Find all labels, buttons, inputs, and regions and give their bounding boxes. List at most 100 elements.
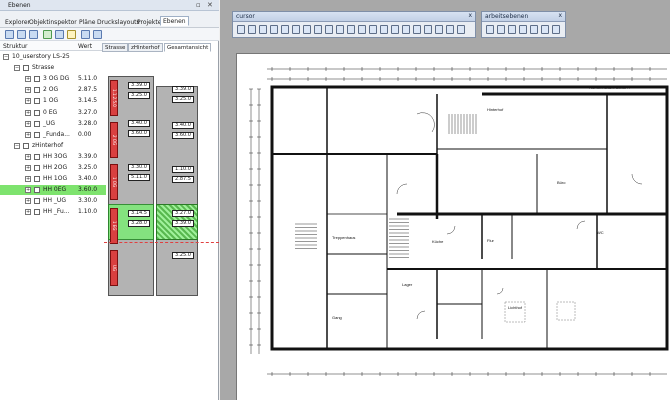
column-wert[interactable]: Wert [78,43,92,50]
tree-row[interactable]: − Strasse [0,63,106,73]
snap-icon[interactable] [292,25,300,34]
zoom-icon[interactable] [413,25,421,34]
tree-row[interactable]: +1 OG 3.14.5 [0,96,106,106]
visibility-checkbox[interactable] [34,165,40,171]
plane-7-icon[interactable] [552,25,560,34]
copy-layer-icon[interactable] [17,30,26,39]
expand-icon[interactable]: + [25,176,31,183]
dimension-lines [250,68,667,375]
collapse-icon[interactable]: − [14,142,20,149]
plane-6-icon[interactable] [541,25,549,34]
collapse-icon[interactable]: − [3,54,9,60]
pen-icon[interactable] [303,25,311,34]
tab-objektinspektor[interactable]: Objektinspektor [26,17,80,27]
expand-icon[interactable]: + [25,165,31,171]
node-icon[interactable] [347,25,355,34]
visibility-checkbox[interactable] [34,131,40,138]
plane-1-icon[interactable] [486,25,494,34]
visibility-checkbox[interactable] [34,76,40,83]
zoom-in-icon[interactable] [81,30,90,39]
show-layer-icon[interactable] [43,30,52,39]
dock-icon[interactable]: ▫ [196,1,201,9]
tab-ebenen[interactable]: Ebenen [160,16,189,26]
room-label: Küche [432,239,444,244]
tree-row[interactable]: + _Funda... 0.00 [0,130,106,140]
expand-icon[interactable]: + [25,153,31,160]
tree-row[interactable]: + HH 0EG 3.60.0 [0,185,106,196]
visibility-checkbox[interactable] [34,98,40,105]
visibility-checkbox[interactable] [23,65,29,72]
tree-value: 5.11.0 [78,75,98,83]
help-icon[interactable] [446,25,454,34]
tree-row[interactable]: + HH 1OG 3.40.0 [0,174,106,184]
expand-icon[interactable]: + [25,131,31,138]
tree-row[interactable]: + HH 2OG 3.25.0 [0,163,106,173]
collapse-icon[interactable]: − [14,65,20,72]
settings-icon[interactable] [457,25,465,34]
hide-layer-icon[interactable] [55,30,64,39]
color-icon[interactable] [270,25,278,34]
folder-icon[interactable] [67,30,76,39]
visibility-checkbox[interactable] [34,87,40,94]
grid-icon[interactable] [336,25,344,34]
visibility-checkbox[interactable] [34,120,40,127]
expand-icon[interactable]: + [25,198,31,205]
hatch-icon[interactable] [402,25,410,34]
tree-value: 0.00 [78,130,92,138]
close-icon[interactable]: x [468,12,472,19]
fit-icon[interactable] [435,25,443,34]
tree-row[interactable]: + HH 3OG 3.39.0 [0,152,106,162]
tree-row[interactable]: +2 OG 2.87.5 [0,85,106,95]
expand-icon[interactable]: + [25,87,31,94]
tree-row[interactable]: + HH _Fu... 1.10.0 [0,207,106,217]
expand-icon[interactable]: + [25,209,31,216]
plan-sheet[interactable]: Hinterhof Küche Lager Büro Flur Treppenh… [236,53,670,400]
arc-icon[interactable] [369,25,377,34]
tree-row[interactable]: +0 EG 3.27.0 [0,108,106,118]
visibility-checkbox[interactable] [34,153,40,160]
arbeitsebenen-toolbar-title: arbeitsebenen x [482,12,565,22]
tab-strasse[interactable]: Strasse [102,43,129,52]
visibility-checkbox[interactable] [34,198,40,205]
pan-icon[interactable] [424,25,432,34]
expand-icon[interactable]: + [25,187,31,194]
close-icon[interactable]: ✕ [207,1,213,9]
visibility-checkbox[interactable] [34,187,40,194]
tree-row[interactable]: + _UG 3.28.0 [0,119,106,129]
stack-column-hinterhof[interactable] [156,86,198,296]
plane-5-icon[interactable] [530,25,538,34]
tree-row[interactable]: + HH _UG 3.30.0 [0,196,106,206]
column-struktur[interactable]: Struktur [3,43,28,50]
visibility-checkbox[interactable] [34,209,40,216]
text-icon[interactable] [391,25,399,34]
line-icon[interactable] [314,25,322,34]
tree-row[interactable]: −10_userstory LS-25 [0,52,106,62]
plane-4-icon[interactable] [519,25,527,34]
tab-zhinterhof[interactable]: zHinterhof [128,43,163,52]
expand-icon[interactable]: + [25,98,31,105]
expand-icon[interactable]: + [25,76,31,83]
tree-row[interactable]: +3 OG DG 5.11.0 [0,74,106,84]
tree-row[interactable]: − zHinterhof [0,141,106,151]
visibility-checkbox[interactable] [23,142,29,149]
visibility-checkbox[interactable] [34,176,40,183]
point-icon[interactable] [358,25,366,34]
circle-icon[interactable] [380,25,388,34]
undo-icon[interactable] [325,25,333,34]
expand-icon[interactable]: + [25,120,31,127]
measure-icon[interactable] [281,25,289,34]
expand-icon[interactable]: + [25,109,31,116]
layer-stack-view[interactable]: 1.1.2.5.0 2 OG 1 OG 1 EG UG 3.39.0 3.39.0 3.25.… [108,76,202,300]
select-icon[interactable] [237,25,245,34]
edit-icon[interactable] [248,25,256,34]
visibility-checkbox[interactable] [34,109,40,116]
tab-gesamtansicht[interactable]: Gesamtansicht [164,43,212,52]
layer-settings-icon[interactable] [29,30,38,39]
plane-2-icon[interactable] [497,25,505,34]
rotate-icon[interactable] [259,25,267,34]
close-icon[interactable]: x [558,12,562,19]
plane-3-icon[interactable] [508,25,516,34]
zoom-out-icon[interactable] [93,30,102,39]
new-layer-icon[interactable] [5,30,14,39]
tree-label: 3 OG DG [43,75,70,83]
